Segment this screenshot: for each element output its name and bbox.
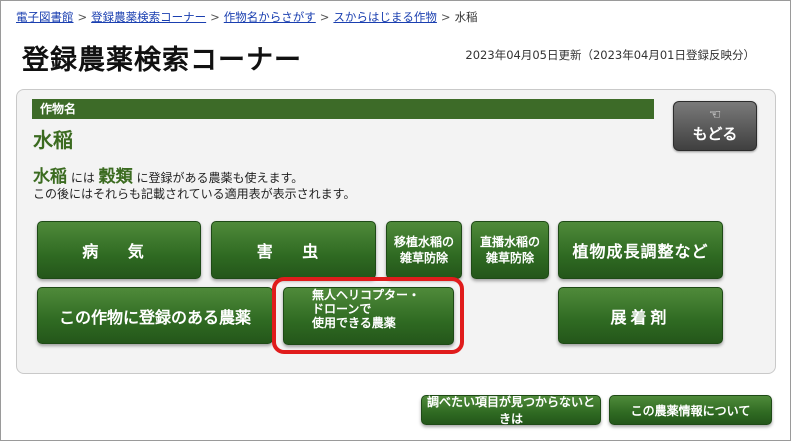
back-button[interactable]: ☜ もどる [673, 101, 757, 151]
growth-regulator-button[interactable]: 植物成長調整など [558, 221, 723, 279]
breadcrumb-separator: > [440, 10, 451, 24]
disease-button[interactable]: 病 気 [37, 221, 201, 279]
pointing-hand-icon: ☜ [708, 107, 722, 123]
breadcrumb-link-su-crops[interactable]: スからはじまる作物 [333, 10, 437, 24]
breadcrumb: 電子図書館 > 登録農薬検索コーナー > 作物名からさがす > スからはじまる作物 > 水稲 [16, 9, 478, 25]
not-found-button[interactable]: 調べたい項目が見つからないときは [421, 395, 601, 426]
crop-label-bar: 作物名 [32, 99, 654, 119]
direct-weed-line1: 直播水稲の [479, 235, 540, 249]
highlight-ring [272, 277, 464, 354]
direct-weed-line2: 雑草防除 [485, 251, 534, 265]
breadcrumb-separator: > [319, 10, 330, 24]
breadcrumb-current: 水稲 [454, 10, 478, 24]
notice-line-2: この後にはそれらも記載されている適用表が表示されます。 [33, 187, 356, 201]
transplant-weed-line1: 移植水稲の [393, 235, 454, 249]
notice-crop: 水稲 [33, 167, 67, 187]
about-info-button[interactable]: この農薬情報について [609, 395, 772, 425]
direct-seeding-weed-button[interactable]: 直播水稲の 雑草防除 [471, 221, 549, 279]
registered-pesticides-button[interactable]: この作物に登録のある農薬 [37, 287, 273, 344]
update-date: 2023年04月05日更新（2023年04月01日登録反映分） [465, 48, 755, 62]
breadcrumb-separator: > [77, 10, 88, 24]
page-title: 登録農薬検索コーナー [22, 45, 302, 76]
pest-button[interactable]: 害 虫 [211, 221, 376, 279]
breadcrumb-link-library[interactable]: 電子図書館 [16, 10, 74, 24]
crop-name: 水稲 [33, 128, 73, 152]
notice-line-1: 水稲 には 穀類 に登録がある農薬も使えます。 [33, 162, 303, 187]
breadcrumb-link-by-crop[interactable]: 作物名からさがす [224, 10, 316, 24]
back-button-label: もどる [692, 125, 738, 143]
breadcrumb-separator: > [210, 10, 220, 24]
spreader-button[interactable]: 展着剤 [558, 287, 723, 344]
notice-group: 穀類 [98, 167, 133, 187]
notice-text-b: に登録がある農薬も使えます。 [132, 171, 304, 185]
transplant-weed-button[interactable]: 移植水稲の 雑草防除 [386, 221, 462, 279]
transplant-weed-line2: 雑草防除 [399, 251, 448, 265]
breadcrumb-link-search-corner[interactable]: 登録農薬検索コーナー [91, 10, 206, 24]
notice-text-a: には [67, 171, 99, 185]
